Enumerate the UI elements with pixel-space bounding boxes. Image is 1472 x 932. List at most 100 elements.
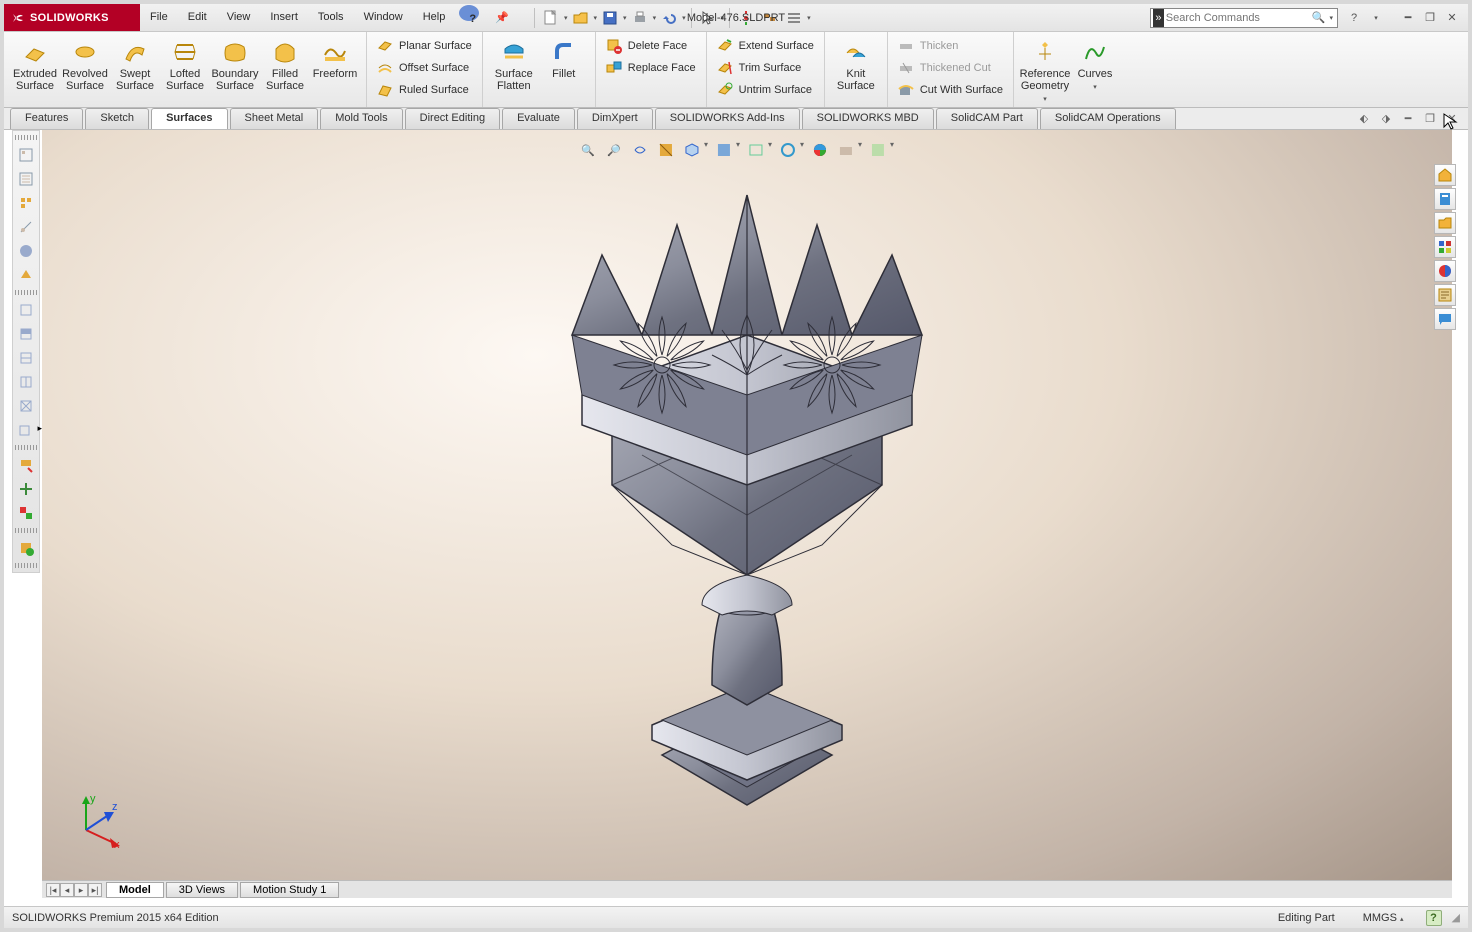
boundary-surface-button[interactable]: Boundary Surface bbox=[210, 36, 260, 94]
curves-button[interactable]: Curves▾ bbox=[1070, 36, 1120, 96]
render-tools-icon[interactable] bbox=[868, 140, 888, 160]
doc-close-button[interactable]: ✕ bbox=[1444, 112, 1460, 125]
tab-evaluate[interactable]: Evaluate bbox=[502, 108, 575, 129]
menu-tools[interactable]: Tools bbox=[308, 5, 354, 30]
cam-manager-icon[interactable] bbox=[15, 264, 37, 286]
dimxpert-manager-icon[interactable] bbox=[15, 216, 37, 238]
planar-surface-button[interactable]: Planar Surface bbox=[373, 36, 476, 56]
qat-new-button[interactable] bbox=[540, 7, 562, 29]
filled-surface-button[interactable]: Filled Surface bbox=[260, 36, 310, 94]
replace-face-button[interactable]: Replace Face bbox=[602, 58, 700, 78]
motion-tab-motion-study-1[interactable]: Motion Study 1 bbox=[240, 882, 339, 898]
lefttool-f-icon[interactable]: ▸ bbox=[15, 419, 37, 441]
menu-insert[interactable]: Insert bbox=[260, 5, 308, 30]
zoom-fit-icon[interactable]: 🔍 bbox=[578, 140, 598, 160]
taskpane-appearances-icon[interactable] bbox=[1434, 260, 1456, 282]
help-icon[interactable]: ? bbox=[459, 5, 479, 21]
doc-next-button[interactable]: ⬗ bbox=[1378, 112, 1394, 125]
lefttool-j-icon[interactable] bbox=[15, 537, 37, 559]
lefttool-h-icon[interactable] bbox=[15, 478, 37, 500]
tab-solidcam-operations[interactable]: SolidCAM Operations bbox=[1040, 108, 1176, 129]
taskpane-design-library-icon[interactable] bbox=[1434, 188, 1456, 210]
lefttool-a-icon[interactable] bbox=[15, 299, 37, 321]
menu-edit[interactable]: Edit bbox=[178, 5, 217, 30]
tab-sheet-metal[interactable]: Sheet Metal bbox=[230, 108, 319, 129]
tab-solidcam-part[interactable]: SolidCAM Part bbox=[936, 108, 1038, 129]
motion-tab-3dviews[interactable]: 3D Views bbox=[166, 882, 238, 898]
doc-prev-button[interactable]: ⬖ bbox=[1356, 112, 1372, 125]
search-magnifier-icon[interactable]: 🔍 bbox=[1308, 11, 1330, 24]
lefttool-e-icon[interactable] bbox=[15, 395, 37, 417]
tab-mold-tools[interactable]: Mold Tools bbox=[320, 108, 402, 129]
property-manager-icon[interactable] bbox=[15, 168, 37, 190]
section-view-icon[interactable] bbox=[656, 140, 676, 160]
status-units[interactable]: MMGS ▴ bbox=[1349, 912, 1418, 924]
view-orientation-icon[interactable] bbox=[682, 140, 702, 160]
qat-open-button[interactable] bbox=[570, 7, 592, 29]
tab-solidworks-addins[interactable]: SOLIDWORKS Add-Ins bbox=[655, 108, 800, 129]
taskpane-file-explorer-icon[interactable] bbox=[1434, 212, 1456, 234]
lofted-surface-button[interactable]: Lofted Surface bbox=[160, 36, 210, 94]
display-manager-icon[interactable] bbox=[15, 240, 37, 262]
ruled-surface-button[interactable]: Ruled Surface bbox=[373, 80, 476, 100]
motion-nav-prev[interactable]: ◂ bbox=[60, 883, 74, 897]
qat-print-button[interactable] bbox=[629, 7, 651, 29]
motion-tab-model[interactable]: Model bbox=[106, 882, 164, 898]
trim-surface-button[interactable]: Trim Surface bbox=[713, 58, 818, 78]
orientation-triad[interactable]: y z x bbox=[66, 794, 122, 850]
taskpane-forum-icon[interactable] bbox=[1434, 308, 1456, 330]
taskpane-resources-icon[interactable] bbox=[1434, 164, 1456, 186]
menu-pin-icon[interactable]: 📌 bbox=[485, 5, 519, 30]
menu-window[interactable]: Window bbox=[354, 5, 413, 30]
reference-geometry-button[interactable]: Reference Geometry▾ bbox=[1020, 36, 1070, 108]
taskpane-view-palette-icon[interactable] bbox=[1434, 236, 1456, 258]
lefttool-b-icon[interactable] bbox=[15, 323, 37, 345]
tab-surfaces[interactable]: Surfaces bbox=[151, 108, 227, 129]
doc-restore-button[interactable]: ❐ bbox=[1422, 112, 1438, 125]
window-minimize-button[interactable]: ━ bbox=[1400, 10, 1416, 26]
swept-surface-button[interactable]: Swept Surface bbox=[110, 36, 160, 94]
display-style-icon[interactable] bbox=[714, 140, 734, 160]
help-dropdown[interactable]: ?▾ bbox=[1346, 10, 1384, 26]
zoom-area-icon[interactable]: 🔎 bbox=[604, 140, 624, 160]
tab-solidworks-mbd[interactable]: SOLIDWORKS MBD bbox=[802, 108, 934, 129]
revolved-surface-button[interactable]: Revolved Surface bbox=[60, 36, 110, 94]
qat-undo-button[interactable] bbox=[658, 7, 680, 29]
lefttool-g-icon[interactable] bbox=[15, 454, 37, 476]
taskpane-custom-props-icon[interactable] bbox=[1434, 284, 1456, 306]
untrim-surface-button[interactable]: Untrim Surface bbox=[713, 80, 818, 100]
freeform-button[interactable]: Freeform bbox=[310, 36, 360, 82]
edit-appearance-icon[interactable] bbox=[778, 140, 798, 160]
lefttool-d-icon[interactable] bbox=[15, 371, 37, 393]
hide-show-icon[interactable] bbox=[746, 140, 766, 160]
cut-with-surface-button[interactable]: Cut With Surface bbox=[894, 80, 1007, 100]
fillet-button[interactable]: Fillet bbox=[539, 36, 589, 82]
motion-nav-first[interactable]: |◂ bbox=[46, 883, 60, 897]
knit-surface-button[interactable]: Knit Surface bbox=[831, 36, 881, 94]
view-settings-icon[interactable] bbox=[836, 140, 856, 160]
tab-sketch[interactable]: Sketch bbox=[85, 108, 149, 129]
status-resize-grip-icon[interactable]: ◢ bbox=[1452, 911, 1460, 924]
prev-view-icon[interactable] bbox=[630, 140, 650, 160]
lefttool-i-icon[interactable] bbox=[15, 502, 37, 524]
menu-help[interactable]: Help bbox=[413, 5, 456, 30]
window-restore-button[interactable]: ❐ bbox=[1422, 10, 1438, 26]
search-commands[interactable]: » 🔍▾ bbox=[1150, 8, 1338, 28]
search-input[interactable] bbox=[1166, 12, 1308, 24]
lefttool-c-icon[interactable] bbox=[15, 347, 37, 369]
tab-dimxpert[interactable]: DimXpert bbox=[577, 108, 653, 129]
surface-flatten-button[interactable]: Surface Flatten bbox=[489, 36, 539, 94]
qat-settings-button[interactable] bbox=[783, 7, 805, 29]
menu-view[interactable]: View bbox=[217, 5, 261, 30]
qat-save-button[interactable] bbox=[599, 7, 621, 29]
delete-face-button[interactable]: Delete Face bbox=[602, 36, 700, 56]
extend-surface-button[interactable]: Extend Surface bbox=[713, 36, 818, 56]
config-manager-icon[interactable] bbox=[15, 192, 37, 214]
apply-scene-icon[interactable] bbox=[810, 140, 830, 160]
fm-tree-icon[interactable] bbox=[15, 144, 37, 166]
offset-surface-button[interactable]: Offset Surface bbox=[373, 58, 476, 78]
motion-nav-last[interactable]: ▸| bbox=[88, 883, 102, 897]
menu-file[interactable]: File bbox=[140, 5, 178, 30]
extruded-surface-button[interactable]: Extruded Surface bbox=[10, 36, 60, 94]
tab-features[interactable]: Features bbox=[10, 108, 83, 129]
